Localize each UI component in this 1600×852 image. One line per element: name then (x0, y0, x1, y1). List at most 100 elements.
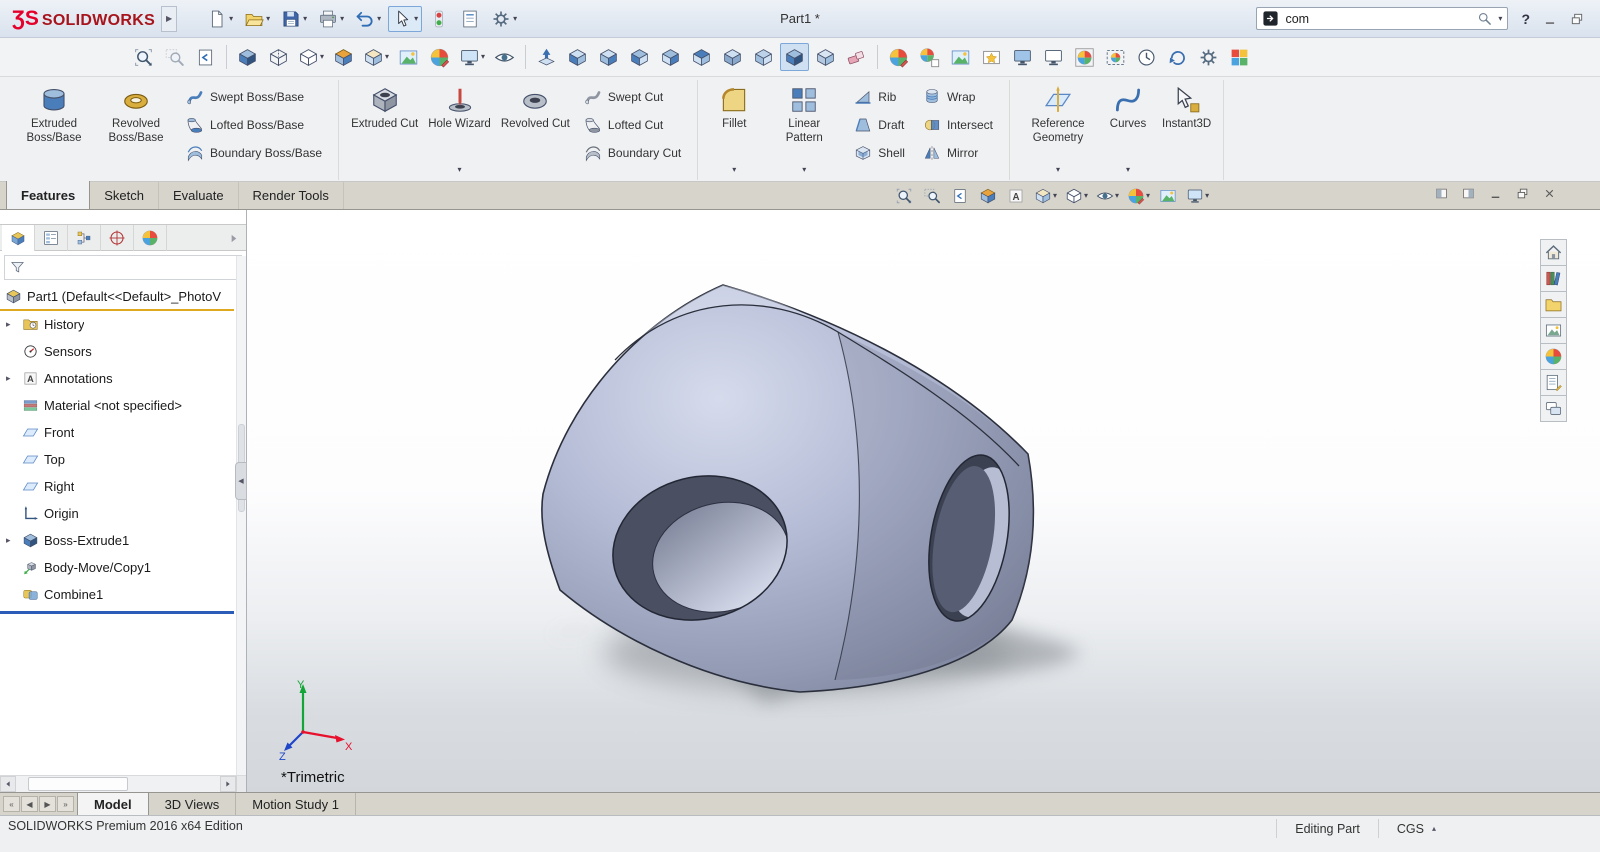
tree-item-sensors[interactable]: Sensors (0, 338, 234, 365)
isometric-view-button[interactable] (749, 43, 778, 71)
wrap-button[interactable]: Wrap (916, 84, 1000, 110)
search-input[interactable]: com (1285, 12, 1471, 26)
front-view-button[interactable] (563, 43, 592, 71)
hide-show-items-button[interactable]: ▾ (1093, 184, 1122, 208)
bottom-view-button[interactable] (718, 43, 747, 71)
panel-collapse-arrow[interactable]: ◀ (235, 462, 247, 500)
model-3d[interactable] (247, 210, 1600, 792)
preview-window-button[interactable] (1039, 43, 1068, 71)
menu-flyout-arrow[interactable]: ▶ (161, 5, 178, 32)
swept-cut-button[interactable]: Swept Cut (577, 84, 688, 110)
view-settings-button[interactable]: ▾ (1183, 184, 1212, 208)
tab-features[interactable]: Features (6, 181, 91, 209)
tree-item-combine1[interactable]: Combine1 (0, 581, 234, 608)
solidworks-forum-tab[interactable] (1540, 395, 1567, 422)
boundary-cut-button[interactable]: Boundary Cut (577, 140, 688, 166)
view-settings-button[interactable]: ▾ (456, 43, 488, 71)
reference-geometry-button[interactable]: Reference Geometry ▾ (1018, 80, 1098, 177)
edit-appearance-pv-button[interactable] (884, 43, 913, 71)
search-box[interactable]: com ▾ (1256, 7, 1509, 30)
edit-appearance-button[interactable]: ▾ (1124, 184, 1153, 208)
dropdown-caret[interactable]: ▾ (1146, 192, 1150, 200)
apply-scene-button[interactable] (1155, 184, 1181, 208)
design-library-tab[interactable] (1540, 265, 1567, 292)
scroll-left-button[interactable] (0, 776, 16, 792)
tree-item-right[interactable]: Right (0, 473, 234, 500)
hide-show-items-button[interactable] (490, 43, 519, 71)
dropdown-caret[interactable]: ▾ (1115, 192, 1119, 200)
fillet-button[interactable]: Fillet ▾ (706, 80, 762, 177)
custom-properties-tab[interactable] (1540, 369, 1567, 396)
edit-decal-button[interactable] (977, 43, 1006, 71)
dropdown-caret[interactable]: ▾ (1053, 192, 1057, 200)
recall-last-render-button[interactable] (1163, 43, 1192, 71)
integrated-preview-button[interactable] (1008, 43, 1037, 71)
mirror-button[interactable]: Mirror (916, 140, 1000, 166)
dynamic-annotation-views-button[interactable]: A (1003, 184, 1029, 208)
dropdown-caret[interactable]: ▾ (229, 14, 233, 23)
scroll-right-button[interactable] (220, 776, 236, 792)
view-orientation-button[interactable]: ▾ (1031, 184, 1060, 208)
solidworks-resources-tab[interactable] (1540, 239, 1567, 266)
tab-3d-views[interactable]: 3D Views (149, 793, 237, 815)
file-properties-button[interactable] (456, 6, 484, 32)
tree-item-top[interactable]: Top (0, 446, 234, 473)
swept-boss-base-button[interactable]: Swept Boss/Base (179, 84, 329, 110)
tab-model[interactable]: Model (77, 793, 149, 815)
tab-sketch[interactable]: Sketch (90, 182, 159, 209)
apply-scene-button[interactable] (394, 43, 423, 71)
hole-wizard-button[interactable]: Hole Wizard ▾ (424, 80, 495, 177)
featuremanager-tab[interactable] (2, 224, 35, 251)
back-view-button[interactable] (594, 43, 623, 71)
dropdown-caret[interactable]: ▾ (414, 14, 418, 23)
zoom-to-fit-button[interactable] (129, 43, 158, 71)
shaded-with-edges-button[interactable] (233, 43, 262, 71)
panel-vertical-scrollbar[interactable] (236, 256, 246, 775)
normal-to-button[interactable] (532, 43, 561, 71)
dropdown-caret[interactable]: ▾ (320, 53, 324, 61)
intersect-button[interactable]: Intersect (916, 112, 1000, 138)
instant3d-button[interactable]: Instant3D (1158, 80, 1215, 177)
clear-selections-button[interactable] (842, 43, 871, 71)
panel-horizontal-scrollbar[interactable] (0, 775, 246, 792)
open-button[interactable]: ▾ (240, 6, 274, 32)
schedule-render-button[interactable] (1132, 43, 1161, 71)
dropdown-caret[interactable]: ▾ (1205, 192, 1209, 200)
minimize-document-button[interactable] (1489, 187, 1502, 200)
edit-scene-button[interactable] (946, 43, 975, 71)
lofted-cut-button[interactable]: Lofted Cut (577, 112, 688, 138)
tab-nav-1[interactable]: ◀ (21, 796, 38, 812)
expand-arrow-icon[interactable]: ▸ (6, 373, 11, 384)
final-render-button[interactable] (1070, 43, 1099, 71)
dropdown-caret[interactable]: ▾ (385, 53, 389, 61)
tree-item-history[interactable]: ▸ History (0, 311, 234, 338)
split-pane-button[interactable] (1462, 187, 1475, 200)
dropdown-caret[interactable]: ▾ (513, 14, 517, 23)
linear-pattern-button[interactable]: Linear Pattern ▾ (764, 80, 844, 177)
maximize-pane-button[interactable] (1435, 187, 1448, 200)
view-palette-tab[interactable] (1540, 317, 1567, 344)
view-orientation-button[interactable]: ▾ (360, 43, 392, 71)
tab-motion-study-1[interactable]: Motion Study 1 (236, 793, 356, 815)
previous-view-button[interactable] (947, 184, 973, 208)
copy-appearance-button[interactable] (915, 43, 944, 71)
render-options-button[interactable] (1194, 43, 1223, 71)
tree-item-part1-default-default-photov[interactable]: Part1 (Default<<Default>_PhotoV (0, 284, 234, 311)
tree-item-annotations[interactable]: ▸ A Annotations (0, 365, 234, 392)
section-view-button[interactable] (975, 184, 1001, 208)
displaymanager-tab[interactable] (134, 224, 167, 251)
dimxpertmanager-tab[interactable] (101, 224, 134, 251)
render-region-button[interactable] (1101, 43, 1130, 71)
configurationmanager-tab[interactable] (68, 224, 101, 251)
tree-item-body-move-copy1[interactable]: Body-Move/Copy1 (0, 554, 234, 581)
print-button[interactable]: ▾ (314, 6, 348, 32)
lofted-boss-base-button[interactable]: Lofted Boss/Base (179, 112, 329, 138)
draft-button[interactable]: Draft (847, 112, 912, 138)
rollback-bar[interactable] (0, 611, 234, 614)
restore-document-button[interactable] (1516, 187, 1529, 200)
select-button[interactable]: ▾ (388, 5, 423, 32)
file-explorer-tab[interactable] (1540, 291, 1567, 318)
left-view-button[interactable] (625, 43, 654, 71)
zoom-area-button[interactable] (919, 184, 945, 208)
new-document-button[interactable]: ▾ (203, 6, 237, 32)
